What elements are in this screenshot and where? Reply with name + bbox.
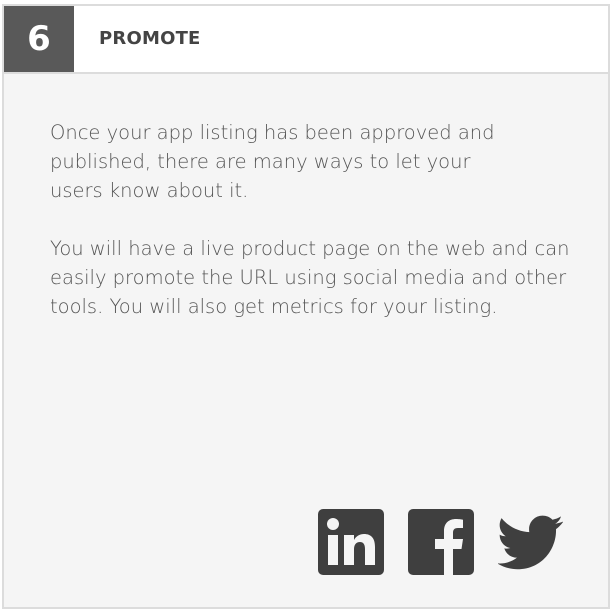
promote-card: 6 PROMOTE Once your app listing has been… <box>2 4 610 609</box>
paragraph-approval: Once your app listing has been approved … <box>50 121 495 202</box>
twitter-icon[interactable] <box>498 509 564 575</box>
step-title: PROMOTE <box>99 28 201 49</box>
card-body: Once your app listing has been approved … <box>50 118 580 350</box>
linkedin-icon[interactable] <box>318 509 384 575</box>
step-number-badge: 6 <box>4 6 74 72</box>
card-header: 6 PROMOTE <box>4 6 608 74</box>
facebook-icon[interactable] <box>408 509 474 575</box>
paragraph-product-page: You will have a live product page on the… <box>50 237 570 318</box>
social-icons <box>318 509 564 575</box>
